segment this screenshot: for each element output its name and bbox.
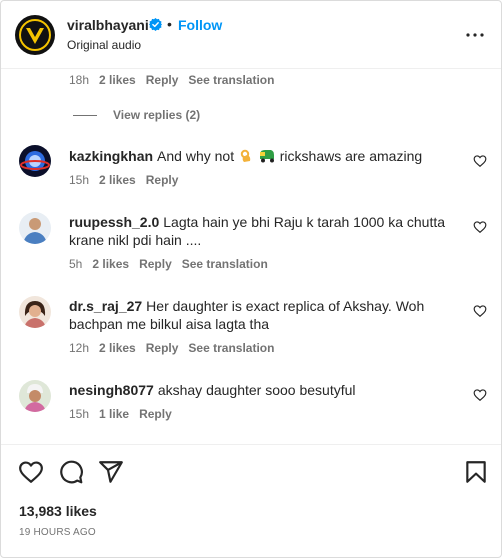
avatar[interactable] <box>19 380 51 412</box>
more-options-icon[interactable] <box>463 23 487 47</box>
comment-time: 18h <box>69 73 90 87</box>
ok-hand-emoji-icon <box>240 149 251 162</box>
comment-likes[interactable]: 2 likes <box>92 257 129 271</box>
like-comment-heart-icon[interactable] <box>473 388 487 402</box>
avatar[interactable] <box>15 15 55 55</box>
comment-meta: 15h 1 like Reply <box>69 407 172 421</box>
comment-likes[interactable]: 2 likes <box>99 73 136 87</box>
comment-icon[interactable] <box>58 459 84 485</box>
post-actions: 13,983 likes 19 HOURS AGO <box>1 444 501 557</box>
auto-rickshaw-emoji-icon <box>259 150 274 163</box>
like-comment-heart-icon[interactable] <box>473 154 487 168</box>
reply-button[interactable]: Reply <box>146 341 179 355</box>
comment-text: ruupessh_2.0 Lagta hain ye bhi Raju k tar… <box>69 213 449 249</box>
bookmark-icon[interactable] <box>463 459 489 485</box>
comment-body-continued: rickshaws are amazing <box>279 148 423 164</box>
comment-text: kazkingkhan And why not rickshaws are ama… <box>69 147 449 165</box>
reply-button[interactable]: Reply <box>146 73 179 87</box>
like-comment-heart-icon[interactable] <box>473 304 487 318</box>
comment-text: nesingh8077 akshay daughter sooo besutyfu… <box>69 381 449 399</box>
post-likes-count[interactable]: 13,983 likes <box>19 503 97 519</box>
comment-username[interactable]: ruupessh_2.0 <box>69 214 159 230</box>
comment-body-line2: bachpan me bilkul aisa lagta tha <box>69 316 270 332</box>
comment-likes[interactable]: 1 like <box>99 407 129 421</box>
reply-button[interactable]: Reply <box>139 407 172 421</box>
view-replies-label: View replies (2) <box>113 108 201 122</box>
comment-body: And why not <box>157 148 235 164</box>
comment-text: dr.s_raj_27 Her daughter is exact replica… <box>69 297 449 333</box>
like-comment-heart-icon[interactable] <box>473 220 487 234</box>
avatar[interactable] <box>19 296 51 328</box>
separator-dot: • <box>167 16 172 32</box>
replies-divider <box>73 114 97 116</box>
comment-username[interactable]: nesingh8077 <box>69 382 154 398</box>
comment-likes[interactable]: 2 likes <box>99 173 136 187</box>
verified-badge-icon <box>149 18 162 31</box>
avatar[interactable] <box>19 145 51 177</box>
share-icon[interactable] <box>98 459 124 485</box>
post-timestamp: 19 HOURS AGO <box>19 527 96 538</box>
see-translation-button[interactable]: See translation <box>188 73 274 87</box>
comment-time: 15h <box>69 173 90 187</box>
comment-time: 12h <box>69 341 90 355</box>
reply-button[interactable]: Reply <box>139 257 172 271</box>
follow-button[interactable]: Follow <box>178 17 222 33</box>
heart-icon[interactable] <box>18 459 44 485</box>
post-panel: viralbhayani • Follow Original audio 18h… <box>0 0 502 558</box>
view-replies-button[interactable]: View replies (2) <box>73 108 200 122</box>
reply-button[interactable]: Reply <box>146 173 179 187</box>
post-username[interactable]: viralbhayani <box>67 17 149 33</box>
comment-meta: 12h 2 likes Reply See translation <box>69 341 274 355</box>
comment-time: 15h <box>69 407 90 421</box>
comment-body: akshay daughter sooo besutyful <box>157 382 356 398</box>
see-translation-button[interactable]: See translation <box>182 257 268 271</box>
comment-meta: 5h 2 likes Reply See translation <box>69 257 268 271</box>
comment-likes[interactable]: 2 likes <box>99 341 136 355</box>
comment-username[interactable]: dr.s_raj_27 <box>69 298 142 314</box>
comment-meta: 15h 2 likes Reply <box>69 173 178 187</box>
comment-body: Lagta hain ye bhi Raju k tarah 1000 ka c… <box>163 214 446 230</box>
comment-body: Her daughter is exact replica of Akshay.… <box>146 298 425 314</box>
avatar[interactable] <box>19 212 51 244</box>
comment-time: 5h <box>69 257 83 271</box>
comment-meta: 18h 2 likes Reply See translation <box>69 73 274 87</box>
audio-label[interactable]: Original audio <box>67 38 141 52</box>
comment-username[interactable]: kazkingkhan <box>69 148 153 164</box>
see-translation-button[interactable]: See translation <box>188 341 274 355</box>
comment-body-line2: krane nikl pdi hain .... <box>69 232 202 248</box>
post-header: viralbhayani • Follow Original audio <box>1 1 501 69</box>
